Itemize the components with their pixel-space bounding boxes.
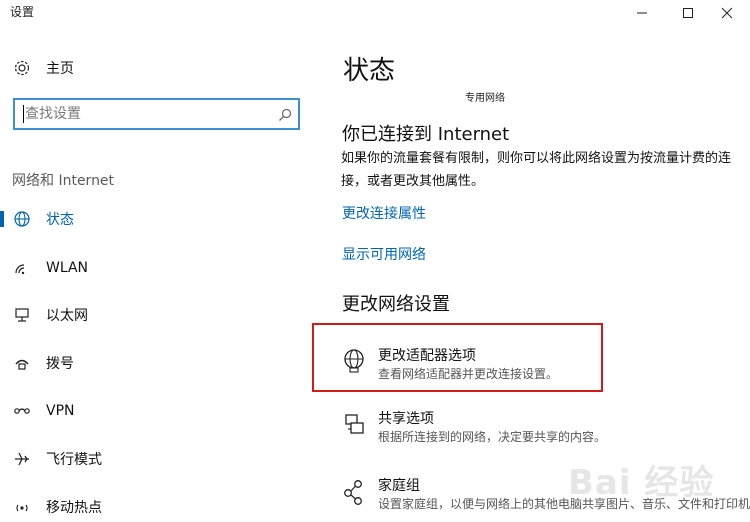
option-title: 共享选项 [378, 411, 434, 427]
vpn-icon [12, 401, 32, 421]
sidebar-item-label: 以太网 [46, 308, 88, 324]
change-settings-heading: 更改网络设置 [342, 294, 450, 315]
minimize-icon [637, 12, 647, 14]
show-available-networks-link[interactable]: 显示可用网络 [342, 244, 426, 264]
sharing-icon [340, 409, 370, 439]
sidebar-item-label: 拨号 [46, 356, 74, 372]
sidebar-item-label: WLAN [46, 260, 89, 276]
watermark: Bai 经验 [568, 463, 715, 503]
sidebar-item-label: 飞行模式 [46, 452, 102, 468]
sidebar-item-label: VPN [46, 403, 75, 419]
close-icon [721, 7, 733, 19]
change-connection-properties-link[interactable]: 更改连接属性 [342, 203, 426, 223]
ethernet-icon [12, 305, 32, 325]
sidebar-section-label: 网络和 Internet [12, 173, 115, 189]
maximize-icon [683, 8, 693, 18]
search-input[interactable] [25, 103, 265, 125]
page-title: 状态 [343, 56, 396, 86]
search-box[interactable] [13, 98, 300, 130]
sharing-options-item[interactable]: 共享选项 根据所连接到的网络，决定要共享的内容。 [336, 403, 750, 455]
sidebar-item-vpn[interactable]: VPN [0, 396, 320, 426]
globe-icon [12, 209, 32, 229]
option-description: 根据所连接到的网络，决定要共享的内容。 [378, 430, 607, 444]
minimize-button[interactable] [619, 0, 665, 26]
dialup-icon [12, 353, 32, 373]
airplane-icon [12, 449, 32, 469]
sidebar-item-dialup[interactable]: 拨号 [0, 348, 320, 378]
network-name: 专用网络 [465, 93, 505, 104]
text-cursor [23, 105, 24, 123]
hotspot-icon [12, 497, 32, 517]
highlight-box [312, 323, 603, 392]
window-title: 设置 [10, 5, 35, 19]
search-icon[interactable] [278, 107, 292, 126]
connected-description: 如果你的流量套餐有限制，则你可以将此网络设置为按流量计费的连接，或者更改其他属性… [341, 151, 732, 189]
sidebar-item-label: 移动热点 [46, 500, 102, 516]
homegroup-icon [340, 476, 370, 506]
gear-icon [12, 58, 32, 78]
connected-heading: 你已连接到 Internet [342, 124, 510, 145]
sidebar-item-ethernet[interactable]: 以太网 [0, 300, 320, 330]
close-button[interactable] [704, 0, 750, 26]
sidebar-item-label: 状态 [46, 212, 74, 228]
sidebar-home-label: 主页 [46, 61, 74, 77]
option-title: 家庭组 [378, 478, 420, 494]
sidebar-item-status[interactable]: 状态 [0, 204, 320, 234]
wifi-icon [12, 258, 32, 278]
sidebar-home[interactable]: 主页 [0, 53, 320, 83]
active-indicator [0, 211, 4, 227]
sidebar-item-airplane[interactable]: 飞行模式 [0, 444, 320, 474]
sidebar-item-wlan[interactable]: WLAN [0, 253, 320, 283]
